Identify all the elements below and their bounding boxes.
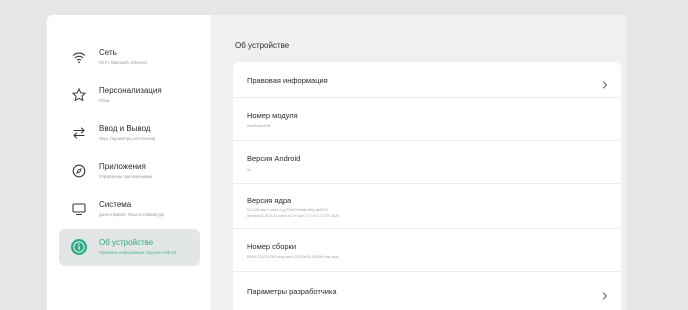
android-version-row: Версия Android 11 bbox=[233, 141, 621, 184]
row-value: RBXA.211001.000.eng.user2.20230401.15304… bbox=[247, 255, 339, 259]
about-device-list: Правовая информация Номер модуля IonaPos… bbox=[233, 62, 621, 310]
sidebar-item-label: Система bbox=[99, 200, 132, 209]
row-label: Правовая информация bbox=[247, 76, 328, 85]
sidebar-item-subtitle: Управление приложениями bbox=[99, 174, 153, 179]
info-icon bbox=[69, 237, 89, 257]
sidebar-item-subtitle: Wi-Fi, Bluetooth, Ethernet bbox=[99, 60, 147, 65]
row-label: Версия ядра bbox=[247, 196, 292, 205]
row-label: Версия Android bbox=[247, 154, 301, 163]
row-value: 5.4.125-ww++-ak11.0-g775a37be6ab-dirty-a… bbox=[247, 208, 339, 218]
row-label: Номер модуля bbox=[247, 111, 298, 120]
page-title: Об устройстве bbox=[235, 41, 290, 50]
arrows-swap-icon bbox=[69, 123, 89, 143]
main-content: Об устройстве Правовая информация Номер … bbox=[211, 15, 627, 310]
sidebar-item-subtitle: Правовая информация, Версия Android bbox=[99, 250, 177, 255]
legal-info-row[interactable]: Правовая информация bbox=[233, 62, 621, 98]
sidebar-item-label: Об устройстве bbox=[99, 238, 154, 247]
sidebar-item-subtitle: Дата и Время, Язык и клавиатура bbox=[99, 212, 165, 217]
wifi-icon bbox=[69, 47, 89, 67]
sidebar-item-label: Персонализация bbox=[99, 86, 162, 95]
build-number-row: Номер сборки RBXA.211001.000.eng.user2.2… bbox=[233, 229, 621, 272]
developer-options-row[interactable]: Параметры разработчика bbox=[233, 272, 621, 310]
row-value: 11 bbox=[247, 168, 251, 172]
sidebar-item-network[interactable]: Сеть Wi-Fi, Bluetooth, Ethernet bbox=[59, 39, 200, 76]
chevron-right-icon bbox=[601, 287, 609, 300]
row-value: IonaPoseidON bbox=[247, 124, 271, 128]
sidebar-item-subtitle: Звук, Параметры источников bbox=[99, 136, 156, 141]
row-label: Номер сборки bbox=[247, 242, 297, 251]
sidebar-item-subtitle: Обои bbox=[99, 98, 110, 103]
sidebar-item-input-output[interactable]: Ввод и Вывод Звук, Параметры источников bbox=[59, 115, 200, 152]
module-number-row: Номер модуля IonaPoseidON bbox=[233, 98, 621, 141]
sidebar-item-label: Ввод и Вывод bbox=[99, 124, 151, 133]
sidebar: Сеть Wi-Fi, Bluetooth, Ethernet Персонал… bbox=[47, 15, 211, 310]
kernel-version-row: Версия ядра 5.4.125-ww++-ak11.0-g775a37b… bbox=[233, 184, 621, 229]
sidebar-item-apps[interactable]: Приложения Управление приложениями bbox=[59, 153, 200, 190]
row-label: Параметры разработчика bbox=[247, 287, 337, 296]
sidebar-item-label: Сеть bbox=[99, 48, 117, 57]
chevron-right-icon bbox=[601, 76, 609, 89]
compass-icon bbox=[69, 161, 89, 181]
settings-window: Сеть Wi-Fi, Bluetooth, Ethernet Персонал… bbox=[47, 15, 627, 310]
sidebar-item-system[interactable]: Система Дата и Время, Язык и клавиатура bbox=[59, 191, 200, 228]
star-icon bbox=[69, 85, 89, 105]
sidebar-item-about-device[interactable]: Об устройстве Правовая информация, Верси… bbox=[59, 229, 200, 266]
sidebar-item-label: Приложения bbox=[99, 162, 146, 171]
sidebar-item-personalization[interactable]: Персонализация Обои bbox=[59, 77, 200, 114]
monitor-icon bbox=[69, 199, 89, 219]
